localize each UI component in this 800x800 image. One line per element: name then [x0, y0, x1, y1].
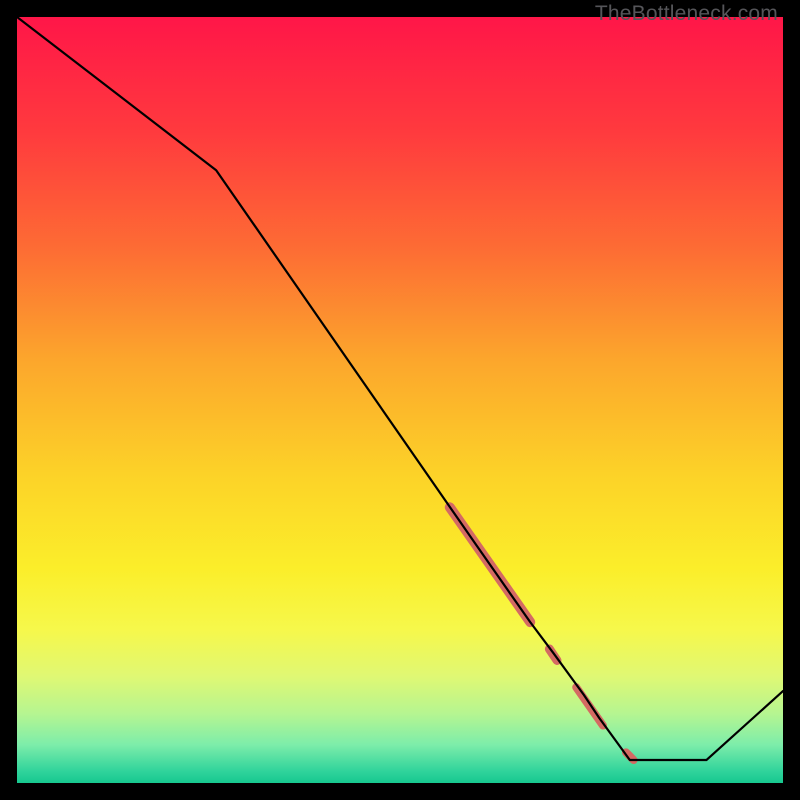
- chart-background: [17, 17, 783, 783]
- plot-area: [17, 17, 783, 783]
- chart-frame: TheBottleneck.com: [0, 0, 800, 800]
- bottleneck-chart: [17, 17, 783, 783]
